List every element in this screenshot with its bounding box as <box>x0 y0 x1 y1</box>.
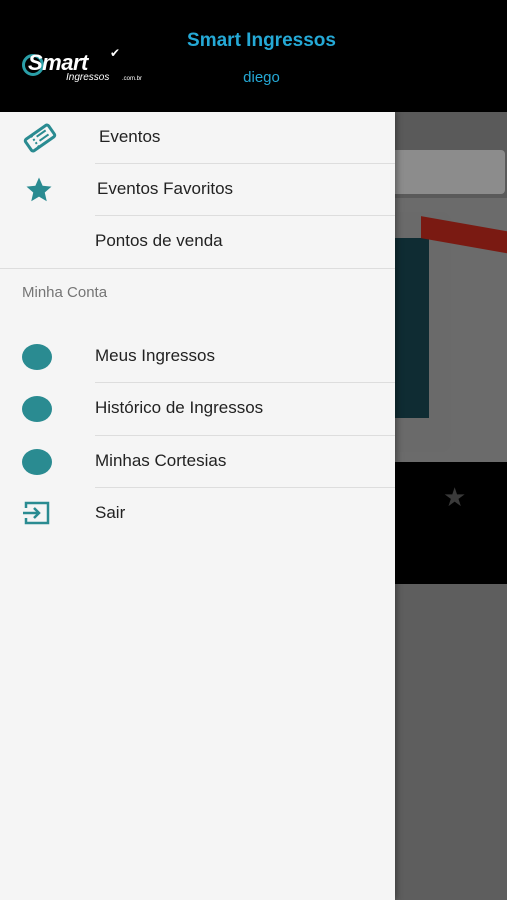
drawer-item-minhas-cortesias[interactable]: Minhas Cortesias <box>0 436 395 488</box>
background-screen <box>395 238 429 418</box>
drawer-item-sair[interactable]: Sair <box>0 488 395 540</box>
star-icon <box>22 175 54 205</box>
drawer-item-label: Eventos Favoritos <box>97 179 234 198</box>
favorite-star-icon: ★ <box>443 482 467 512</box>
drawer-item-label: Pontos de venda <box>95 231 223 250</box>
app-title: Smart Ingressos <box>187 30 336 51</box>
drawer-item-meus-ingressos[interactable]: Meus Ingressos <box>0 331 395 383</box>
circle-icon <box>22 394 54 424</box>
drawer-item-label: Sair <box>95 503 126 522</box>
drawer-item-label: Minhas Cortesias <box>95 451 227 470</box>
navigation-drawer: Eventos Eventos Favoritos Pontos de vend… <box>0 112 395 900</box>
background-content: ★ <box>395 112 507 900</box>
app-header: Smart ✔ Ingressos .com.br Smart Ingresso… <box>0 0 507 112</box>
drawer-item-label: Meus Ingressos <box>95 346 215 365</box>
section-divider <box>0 268 395 269</box>
circle-icon <box>22 342 54 372</box>
logout-icon <box>22 499 54 529</box>
section-title-minha-conta: Minha Conta <box>22 284 108 301</box>
background-event-footer: ★ <box>395 462 507 584</box>
circle-icon <box>22 447 54 477</box>
background-event-image <box>395 198 507 462</box>
drawer-item-eventos-favoritos[interactable]: Eventos Favoritos <box>0 164 395 216</box>
drawer-item-pontos-de-venda[interactable]: Pontos de venda <box>0 216 395 268</box>
user-name: diego <box>243 69 280 86</box>
drawer-item-eventos[interactable]: Eventos <box>0 112 395 164</box>
drawer-item-historico-de-ingressos[interactable]: Histórico de Ingressos <box>0 383 395 435</box>
drawer-item-label: Histórico de Ingressos <box>95 398 264 417</box>
ticket-icon <box>22 123 57 153</box>
background-card <box>395 150 505 194</box>
drawer-item-label: Eventos <box>99 127 161 146</box>
background-list <box>395 584 507 900</box>
